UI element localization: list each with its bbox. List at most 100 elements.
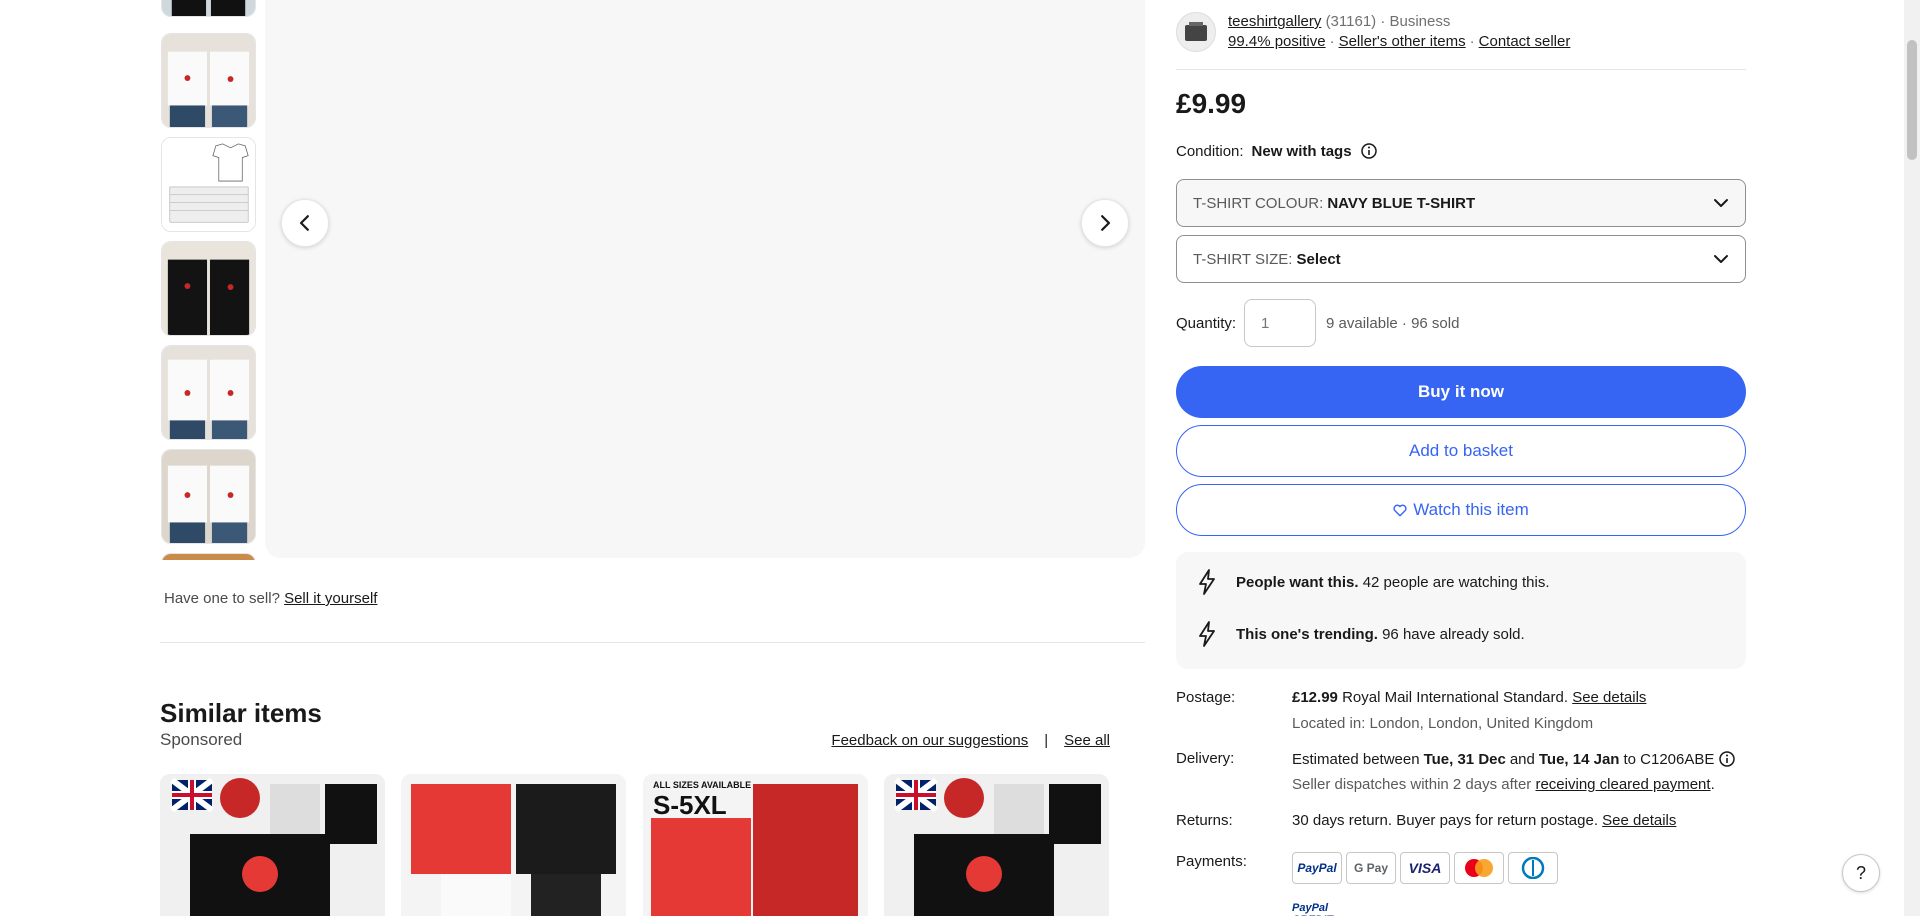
- item-location-text: Located in: London, London, United Kingd…: [1292, 715, 1594, 732]
- signal-watching-bold: People want this.: [1236, 573, 1359, 591]
- seller-divider: [1176, 69, 1746, 70]
- main-product-image: [265, 0, 1145, 558]
- paypal-icon: PayPal: [1292, 852, 1342, 884]
- postage-details-link[interactable]: See details: [1572, 689, 1646, 706]
- thumbnail-5[interactable]: [161, 449, 256, 544]
- info-icon[interactable]: [1718, 750, 1736, 768]
- postage-value: £12.99 Royal Mail International Standard…: [1292, 689, 1646, 706]
- similar-item-card-2[interactable]: [401, 774, 626, 916]
- colour-select[interactable]: T-SHIRT COLOUR: NAVY BLUE T-SHIRT: [1176, 179, 1746, 227]
- visa-icon: VISA: [1400, 852, 1450, 884]
- delivery-destination: to C1206ABE: [1623, 750, 1715, 768]
- similar-items-links: Feedback on our suggestions | See all: [831, 732, 1110, 749]
- size-select-label: T-SHIRT SIZE:: [1193, 250, 1293, 268]
- svg-text:S-5XL: S-5XL: [653, 790, 727, 820]
- quantity-row: Quantity: 9 available · 96 sold: [1176, 299, 1459, 347]
- diners-club-icon: [1508, 852, 1558, 884]
- chevron-down-icon: [1714, 255, 1728, 263]
- seller-type: · Business: [1380, 13, 1451, 30]
- see-all-link[interactable]: See all: [1064, 732, 1110, 749]
- cleared-payment-link[interactable]: receiving cleared payment: [1535, 776, 1710, 793]
- add-to-basket-button[interactable]: Add to basket: [1176, 425, 1746, 477]
- item-location: Located in: London, London, United Kingd…: [1292, 715, 1593, 732]
- seller-info: teeshirtgallery (31161) · Business 99.4%…: [1228, 13, 1571, 50]
- seller-other-items-link[interactable]: Seller's other items: [1339, 33, 1466, 50]
- condition-row: Condition: New with tags: [1176, 142, 1378, 160]
- signal-watching-text: 42 people are watching this.: [1362, 573, 1550, 591]
- delivery-to: Tue, 14 Jan: [1538, 750, 1620, 768]
- feedback-suggestions-link[interactable]: Feedback on our suggestions: [831, 732, 1028, 749]
- mastercard-icon: [1454, 852, 1504, 884]
- seller-feedback-count: (31161): [1325, 13, 1377, 30]
- purchase-signals: People want this. 42 people are watching…: [1176, 552, 1746, 669]
- condition-label: Condition:: [1176, 142, 1244, 160]
- sell-it-yourself-link[interactable]: Sell it yourself: [284, 590, 377, 607]
- payments-label: Payments:: [1176, 853, 1247, 870]
- lightning-icon: [1199, 621, 1215, 647]
- google-pay-text: G Pay: [1353, 861, 1389, 875]
- delivery-from: Tue, 31 Dec: [1423, 750, 1506, 768]
- seller-name-link[interactable]: teeshirtgallery: [1228, 13, 1321, 30]
- watch-item-button[interactable]: Watch this item: [1176, 484, 1746, 536]
- colour-select-label: T-SHIRT COLOUR:: [1193, 194, 1324, 212]
- paypal-credit-text: PayPal CREDIT: [1292, 902, 1333, 916]
- dispatch-info: Seller dispatches within 2 days after re…: [1292, 776, 1715, 793]
- paypal-credit-icon: PayPal CREDIT: [1292, 902, 1342, 916]
- similar-item-card-4[interactable]: [884, 774, 1109, 916]
- returns-value: 30 days return. Buyer pays for return po…: [1292, 812, 1676, 829]
- delivery-and: and: [1509, 750, 1535, 768]
- size-select-value: Select: [1296, 250, 1341, 268]
- scrollbar-thumb[interactable]: [1907, 40, 1917, 160]
- returns-label: Returns:: [1176, 812, 1233, 829]
- contact-seller-link[interactable]: Contact seller: [1479, 33, 1571, 50]
- sponsored-label: Sponsored: [160, 730, 243, 749]
- delivery-label: Delivery:: [1176, 750, 1235, 767]
- buy-it-now-button[interactable]: Buy it now: [1176, 366, 1746, 418]
- link-separator: |: [1044, 732, 1049, 749]
- sell-yours-line: Have one to sell? Sell it yourself: [164, 590, 377, 607]
- chevron-left-icon: [299, 215, 309, 231]
- quantity-availability: 9 available · 96 sold: [1326, 314, 1460, 332]
- thumbnail-4[interactable]: [161, 345, 256, 440]
- previous-image-button[interactable]: [281, 199, 329, 247]
- delivery-pre: Estimated between: [1292, 750, 1420, 768]
- thumbnail-1[interactable]: [161, 33, 256, 128]
- similar-item-card-3[interactable]: ALL SIZES AVAILABLE S-5XL: [643, 774, 868, 916]
- seller-positive-link[interactable]: 99.4% positive: [1228, 33, 1326, 50]
- help-icon: ?: [1855, 862, 1866, 883]
- sell-prefix: Have one to sell?: [164, 590, 280, 607]
- visa-text: VISA: [1408, 860, 1442, 876]
- postage-label: Postage:: [1176, 689, 1236, 706]
- dispatch-pre: Seller dispatches within 2 days after: [1292, 776, 1532, 793]
- signal-trending-bold: This one's trending.: [1236, 625, 1378, 643]
- watch-item-label: Watch this item: [1413, 500, 1529, 519]
- paypal-text: PayPal: [1297, 861, 1337, 875]
- thumbnail-0[interactable]: [161, 0, 256, 17]
- signal-trending: This one's trending. 96 have already sol…: [1196, 620, 1525, 648]
- colour-select-value: NAVY BLUE T-SHIRT: [1327, 194, 1476, 212]
- size-select[interactable]: T-SHIRT SIZE: Select: [1176, 235, 1746, 283]
- signal-watching: People want this. 42 people are watching…: [1196, 568, 1550, 596]
- seller-logo-icon: [1185, 22, 1207, 41]
- quantity-input[interactable]: [1244, 299, 1317, 347]
- seller-card: teeshirtgallery (31161) · Business 99.4%…: [1176, 12, 1570, 52]
- item-price: £9.99: [1176, 88, 1247, 119]
- thumbnail-6[interactable]: [161, 553, 256, 560]
- seller-avatar[interactable]: [1176, 12, 1216, 52]
- returns-details-link[interactable]: See details: [1602, 812, 1676, 829]
- quantity-label: Quantity:: [1176, 314, 1237, 332]
- chevron-down-icon: [1714, 199, 1728, 207]
- page-scrollbar[interactable]: [1904, 0, 1920, 916]
- payment-methods: PayPal G Pay VISA: [1292, 852, 1558, 884]
- help-button[interactable]: ?: [1842, 854, 1880, 892]
- similar-items-title: Similar items: [160, 698, 322, 728]
- thumbnail-strip: [161, 0, 257, 560]
- similar-item-card-1[interactable]: [160, 774, 385, 916]
- chevron-right-icon: [1101, 215, 1111, 231]
- info-icon[interactable]: [1360, 142, 1378, 160]
- next-image-button[interactable]: [1081, 199, 1129, 247]
- delivery-value: Estimated between Tue, 31 Dec and Tue, 1…: [1292, 750, 1736, 768]
- thumbnail-3[interactable]: [161, 241, 256, 336]
- thumbnail-2[interactable]: [161, 137, 256, 232]
- dispatch-post: .: [1710, 776, 1715, 793]
